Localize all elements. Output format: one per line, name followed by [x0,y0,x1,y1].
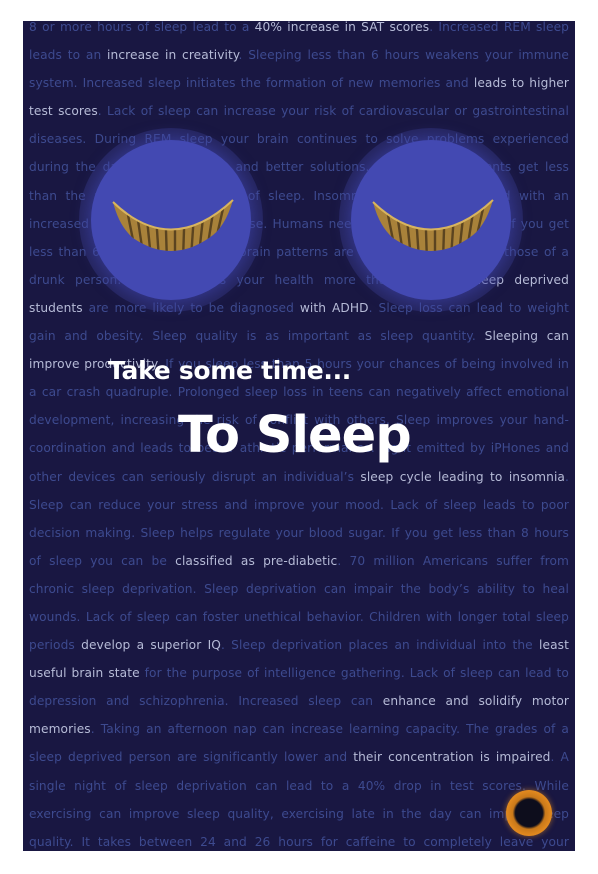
sleep-poster: 8 or more hours of sleep lead to a 40% i… [23,21,575,851]
fact-text: 8 or more hours of sleep lead to a [29,21,255,34]
highlighted-fact: 40% increase in SAT scores [254,21,430,34]
fact-text: . Sleep deprivation places an individual… [220,638,539,653]
highlighted-fact: develop a superior IQ [81,638,221,653]
main-title-to-sleep: To Sleep [178,406,412,465]
closed-eye-icon [112,199,234,251]
highlighted-fact: classified as pre-diabetic [175,553,338,568]
highlighted-fact: with ADHD [299,300,369,315]
closed-eye-icon [372,199,494,251]
highlighted-fact: sleep cycle leading to insomnia [360,469,565,484]
right-eye-glow [339,128,523,312]
highlighted-fact: increase in creativity [107,48,239,63]
highlighted-fact: their concentration is impaired [353,750,551,765]
open-eye-icon [506,790,552,836]
subtitle-take-some-time: Take some time... [108,356,351,385]
left-eye-glow [79,128,263,312]
fact-text: . A single night of sleep deprivation ca… [29,750,569,849]
page: 8 or more hours of sleep lead to a 40% i… [0,0,598,874]
